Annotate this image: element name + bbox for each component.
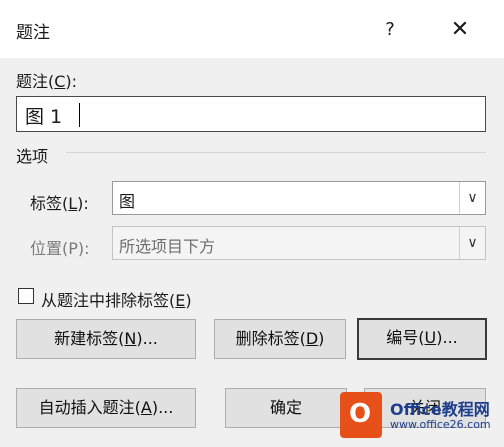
title-bar: 题注 ? ✕ bbox=[0, 0, 504, 58]
close-icon[interactable]: ✕ bbox=[440, 12, 480, 48]
watermark-title: Office教程网 bbox=[390, 400, 490, 419]
caption-input[interactable]: 图 1 bbox=[16, 96, 486, 132]
position-select-value: 所选项目下方 bbox=[119, 237, 216, 256]
position-field-label: 位置(P): bbox=[30, 239, 90, 258]
dialog-title: 题注 bbox=[16, 23, 50, 43]
label-select[interactable]: 图 ∨ bbox=[112, 181, 486, 215]
autocaption-button[interactable]: 自动插入题注(A)... bbox=[16, 388, 196, 428]
label-select-value: 图 bbox=[119, 192, 136, 211]
caption-label: 题注(C): bbox=[16, 72, 78, 91]
caption-input-value: 图 1 bbox=[25, 106, 63, 128]
help-button[interactable]: ? bbox=[370, 12, 410, 48]
numbering-button[interactable]: 编号(U)... bbox=[357, 318, 487, 360]
new-label-button[interactable]: 新建标签(N)... bbox=[16, 319, 196, 359]
exclude-label-checkbox[interactable] bbox=[18, 288, 34, 304]
ok-button[interactable]: 确定 bbox=[225, 388, 347, 428]
position-select[interactable]: 所选项目下方 ∨ bbox=[112, 226, 486, 260]
exclude-label-text: 从题注中排除标签(E) bbox=[41, 291, 192, 310]
chevron-down-icon[interactable]: ∨ bbox=[459, 182, 485, 214]
section-divider bbox=[66, 152, 486, 153]
options-section-label: 选项 bbox=[16, 147, 49, 166]
delete-label-button[interactable]: 删除标签(D) bbox=[214, 319, 346, 359]
chevron-down-icon[interactable]: ∨ bbox=[459, 227, 485, 259]
caption-dialog: 题注 ? ✕ 题注(C): 图 1 选项 标签(L): 图 ∨ 位置(P): 所… bbox=[0, 0, 504, 447]
label-field-label: 标签(L): bbox=[30, 194, 89, 213]
text-caret bbox=[79, 103, 80, 127]
office-logo-icon: O bbox=[340, 392, 382, 438]
watermark: O Office教程网 www.office26.com bbox=[334, 384, 504, 447]
watermark-url: www.office26.com bbox=[390, 418, 491, 431]
